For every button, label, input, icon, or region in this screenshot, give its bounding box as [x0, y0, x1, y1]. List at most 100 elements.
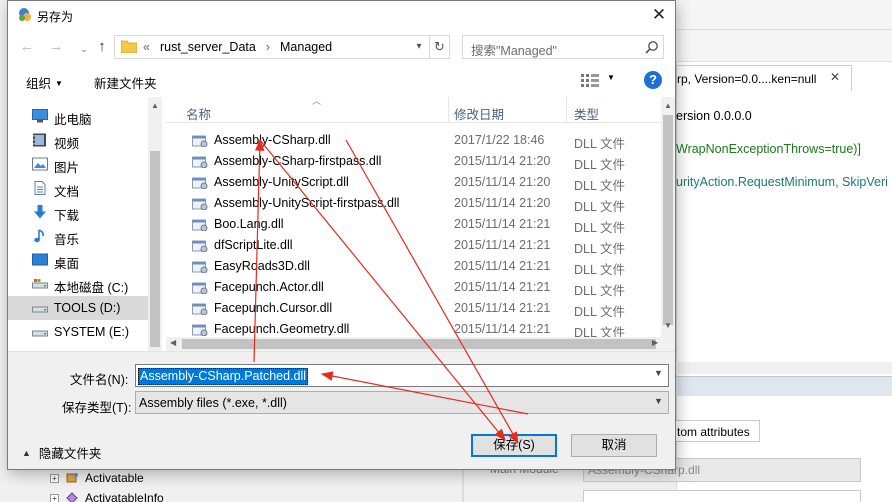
- folder-icon: [121, 40, 137, 53]
- file-list-horizontal-scrollbar[interactable]: ◀ ▶: [166, 337, 661, 351]
- chevron-down-icon[interactable]: ▼: [654, 368, 663, 378]
- code-line: urityAction.RequestMinimum, SkipVeri: [676, 175, 888, 189]
- cancel-button[interactable]: 取消: [571, 434, 657, 457]
- chevron-right-icon[interactable]: ▶: [652, 338, 658, 347]
- column-header-type[interactable]: 类型: [574, 104, 599, 123]
- file-type: DLL 文件: [574, 179, 625, 193]
- file-name: EasyRoads3D.dll: [214, 259, 310, 273]
- filename-field[interactable]: Assembly-CSharp.Patched.dll ▼: [135, 364, 669, 387]
- chevron-down-icon[interactable]: ▾: [411, 38, 427, 56]
- table-row[interactable]: Assembly-CSharp.dll 2017/1/22 18:46 DLL 文件: [166, 130, 661, 151]
- chevron-up-icon[interactable]: ▲: [151, 101, 159, 110]
- file-type: DLL 文件: [574, 221, 625, 235]
- table-row[interactable]: Facepunch.Cursor.dll 2015/11/14 21:21 DLL …: [166, 298, 661, 319]
- expand-icon[interactable]: +: [50, 473, 59, 483]
- search-icon[interactable]: [645, 40, 659, 54]
- file-name: Assembly-UnityScript.dll: [214, 175, 349, 189]
- sidebar-item-local-disk-c[interactable]: 本地磁盘 (C:): [8, 272, 148, 296]
- file-name: Assembly-UnityScript-firstpass.dll: [214, 196, 400, 210]
- view-options-icon[interactable]: [581, 73, 599, 87]
- sidebar-item-pictures[interactable]: 图片: [8, 152, 148, 176]
- sidebar-item-tools-d[interactable]: TOOLS (D:): [8, 296, 148, 320]
- filename-value[interactable]: Assembly-CSharp.Patched.dll: [138, 368, 309, 385]
- code-line: WrapNonExceptionThrows=true)]: [676, 142, 861, 156]
- table-row[interactable]: Facepunch.Actor.dll 2015/11/14 21:21 DLL 文…: [166, 277, 661, 298]
- sidebar-item-this-pc[interactable]: 此电脑: [8, 104, 148, 128]
- sidebar-item-downloads[interactable]: 下载: [8, 200, 148, 224]
- table-row[interactable]: Assembly-UnityScript-firstpass.dll 2015/1…: [166, 193, 661, 214]
- file-date: 2015/11/14 21:20: [454, 175, 551, 189]
- organize-label: 组织: [26, 77, 52, 91]
- new-folder-button[interactable]: 新建文件夹: [94, 73, 157, 92]
- sidebar-item-documents[interactable]: 文档: [8, 176, 148, 200]
- table-row[interactable]: Assembly-UnityScript.dll 2015/11/14 21:20…: [166, 172, 661, 193]
- search-input[interactable]: 搜索"Managed": [462, 35, 664, 59]
- refresh-icon[interactable]: ↻: [429, 36, 449, 58]
- tree-node[interactable]: + Activatable: [50, 468, 164, 488]
- music-icon: [34, 229, 44, 243]
- back-arrow-icon[interactable]: ←: [17, 38, 37, 58]
- bg-tab-close-icon[interactable]: ✕: [830, 70, 840, 84]
- bg-document-tab[interactable]: rp, Version=0.0....ken=null: [676, 65, 852, 91]
- dialog-titlebar[interactable]: 另存为 ✕: [8, 1, 675, 29]
- breadcrumb-overflow[interactable]: «: [143, 40, 150, 54]
- sidebar-item-label: 桌面: [54, 257, 80, 271]
- table-row[interactable]: Assembly-CSharp-firstpass.dll 2015/11/14 …: [166, 151, 661, 172]
- bg-toolbar: [676, 30, 892, 62]
- file-name: Boo.Lang.dll: [214, 217, 284, 231]
- file-date: 2015/11/14 21:21: [454, 217, 551, 231]
- sidebar-item-music[interactable]: 音乐: [8, 224, 148, 248]
- column-header-date[interactable]: 修改日期: [454, 104, 504, 123]
- sidebar-item-system-e[interactable]: SYSTEM (E:): [8, 320, 148, 344]
- table-row[interactable]: Boo.Lang.dll 2015/11/14 21:21 DLL 文件: [166, 214, 661, 235]
- navpane-scrollbar[interactable]: ▲: [148, 97, 162, 351]
- file-date: 2015/11/14 21:21: [454, 322, 551, 336]
- organize-button[interactable]: 组织 ▼: [26, 73, 63, 92]
- chevron-up-icon[interactable]: ▲: [664, 101, 672, 110]
- scroll-thumb[interactable]: [663, 115, 673, 325]
- address-bar[interactable]: « rust_server_Data › Managed ▾ ↻: [114, 35, 450, 59]
- expand-icon[interactable]: +: [50, 493, 59, 502]
- filetype-select[interactable]: Assembly files (*.exe, *.dll) ▼: [135, 391, 669, 414]
- file-name: Facepunch.Cursor.dll: [214, 301, 333, 315]
- tree-node-label: Activatable: [85, 471, 144, 485]
- close-icon[interactable]: ✕: [645, 4, 673, 26]
- save-button[interactable]: 保存(S): [471, 434, 557, 457]
- table-row[interactable]: EasyRoads3D.dll 2015/11/14 21:21 DLL 文件: [166, 256, 661, 277]
- chevron-down-icon[interactable]: ▼: [654, 396, 663, 406]
- column-divider[interactable]: [566, 97, 567, 123]
- sidebar-item-label: 图片: [54, 161, 80, 175]
- chevron-down-icon[interactable]: ▼: [607, 73, 615, 82]
- app-icon: [19, 8, 31, 21]
- chevron-left-icon[interactable]: ◀: [170, 338, 176, 347]
- scroll-thumb[interactable]: [182, 339, 656, 349]
- tab-custom-attributes[interactable]: tom attributes: [662, 420, 760, 442]
- column-divider[interactable]: [448, 97, 449, 123]
- sidebar-item-videos[interactable]: 视频: [8, 128, 148, 152]
- dll-file-icon: [192, 156, 208, 168]
- help-icon[interactable]: ?: [644, 71, 662, 89]
- scroll-thumb[interactable]: [150, 151, 160, 347]
- sidebar-item-label: 视频: [54, 137, 80, 151]
- bg-code-view: ersion 0.0.0.0 WrapNonExceptionThrows=tr…: [676, 100, 892, 199]
- dll-file-icon: [192, 324, 208, 336]
- sidebar-item-desktop[interactable]: 桌面: [8, 248, 148, 272]
- dll-file-icon: [192, 177, 208, 189]
- recent-locations-icon[interactable]: ⌄: [74, 40, 94, 60]
- hide-folders-toggle[interactable]: ▲ 隐藏文件夹: [22, 443, 101, 462]
- forward-arrow-icon[interactable]: →: [46, 38, 66, 58]
- tree-node[interactable]: + ActivatableInfo: [50, 488, 164, 502]
- breadcrumb-item[interactable]: Managed: [280, 40, 332, 54]
- breadcrumb-item[interactable]: rust_server_Data: [160, 40, 256, 54]
- file-name: Assembly-CSharp.dll: [214, 133, 331, 147]
- up-arrow-icon[interactable]: ↑: [92, 38, 112, 58]
- file-name: Assembly-CSharp-firstpass.dll: [214, 154, 382, 168]
- chevron-right-icon[interactable]: ›: [266, 40, 270, 54]
- chevron-down-icon[interactable]: ▼: [664, 321, 672, 330]
- bg-entry-field[interactable]: [583, 490, 861, 502]
- column-header-name[interactable]: 名称: [186, 104, 211, 123]
- file-list-vertical-scrollbar[interactable]: ▲ ▼: [661, 97, 675, 351]
- assembly-tree: + Activatable + ActivatableInfo: [50, 468, 164, 502]
- table-row[interactable]: dfScriptLite.dll 2015/11/14 21:21 DLL 文件: [166, 235, 661, 256]
- bg-horizontal-scrollbar[interactable]: [676, 362, 892, 374]
